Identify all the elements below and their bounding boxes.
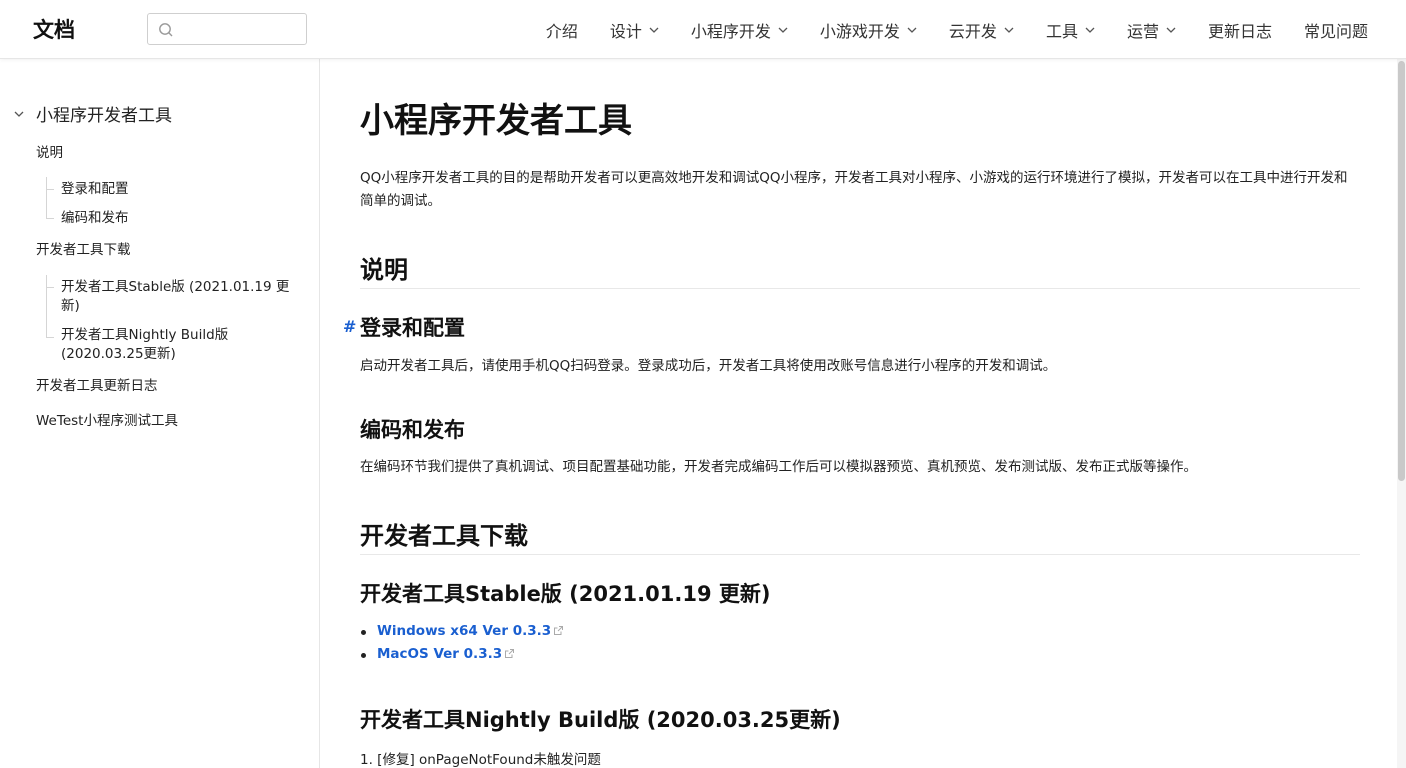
sidebar-tree-tick [46,218,54,219]
site-logo[interactable]: 文档 [33,16,75,44]
list-item: Windows x64 Ver 0.3.3 [360,620,564,643]
nav-changelog[interactable]: 更新日志 [1208,18,1272,42]
subheading-stable: 开发者工具Stable版 (2021.01.19 更新) [360,582,771,606]
login-paragraph: 启动开发者工具后，请使用手机QQ扫码登录。登录成功后，开发者工具将使用改账号信息… [360,358,1057,374]
sidebar-item-download[interactable]: 开发者工具下载 [36,241,131,260]
sidebar-tree-line [46,275,47,338]
nav-intro[interactable]: 介绍 [546,18,578,42]
nav-miniprogram-dev[interactable]: 小程序开发 [691,18,788,42]
sidebar-subitem-login[interactable]: 登录和配置 [61,180,296,199]
nav-cloud-dev[interactable]: 云开发 [949,18,1014,42]
nav-design[interactable]: 设计 [610,18,659,42]
chevron-down-icon [907,27,917,33]
external-link-icon [554,626,564,635]
sidebar-tree-line [46,177,47,219]
sidebar-item-wetest[interactable]: WeTest小程序测试工具 [36,412,178,431]
nav-label: 介绍 [545,21,578,41]
section-heading-download: 开发者工具下载 [360,522,528,550]
sidebar-tree-tick [46,189,54,190]
list-item: MacOS Ver 0.3.3 [360,643,564,666]
chevron-down-icon [1166,27,1176,33]
subheading-nightly: 开发者工具Nightly Build版 (2020.03.25更新) [360,708,841,732]
nav-label: 常见问题 [1303,21,1368,41]
top-navbar: 文档 介绍 设计 小程序开发 小游戏开发 云开发 工具 运营 更新日志 常见问题 [0,0,1406,59]
nav-label: 更新日志 [1207,21,1272,41]
nav-minigame-dev[interactable]: 小游戏开发 [820,18,917,42]
intro-paragraph: QQ小程序开发者工具的目的是帮助开发者可以更高效地开发和调试QQ小程序，开发者工… [360,170,1348,209]
divider [360,288,1360,289]
sidebar-tree-tick [46,337,54,338]
nav-label: 设计 [609,21,642,41]
nav-label: 工具 [1045,21,1078,41]
scrollbar-thumb[interactable] [1398,61,1405,481]
download-list: Windows x64 Ver 0.3.3 MacOS Ver 0.3.3 [360,620,564,666]
search-input[interactable] [180,18,300,40]
download-link-windows[interactable]: Windows x64 Ver 0.3.3 [377,623,551,639]
nightly-list-item: 1. [修复] onPageNotFound未触发问题 [360,752,601,768]
chevron-down-icon [1004,27,1014,33]
page-title: 小程序开发者工具 [360,101,632,141]
chevron-down-icon [1085,27,1095,33]
search-box[interactable] [147,13,307,45]
subheading-login: 登录和配置 [360,316,465,340]
search-icon [159,23,173,37]
sidebar-tree-tick [46,287,54,288]
nav-tools[interactable]: 工具 [1046,18,1095,42]
sidebar-subitem-nightly[interactable]: 开发者工具Nightly Build版 (2020.03.25更新) [61,326,296,364]
external-link-icon [505,649,515,658]
sidebar-root-label: 小程序开发者工具 [36,106,172,126]
sidebar-subitem-coding[interactable]: 编码和发布 [61,209,296,228]
sidebar-item-changelog[interactable]: 开发者工具更新日志 [36,377,158,396]
sidebar-item-explain[interactable]: 说明 [36,144,63,163]
nav-operations[interactable]: 运营 [1127,18,1176,42]
page-scrollbar[interactable] [1397,59,1406,768]
nav-faq[interactable]: 常见问题 [1304,18,1368,42]
chevron-down-icon [649,27,659,33]
sidebar-subitem-stable[interactable]: 开发者工具Stable版 (2021.01.19 更新) [61,278,296,316]
subheading-coding: 编码和发布 [360,418,465,442]
sidebar: 小程序开发者工具 说明 登录和配置 编码和发布 开发者工具下载 开发者工具Sta… [0,59,320,768]
main-nav: 介绍 设计 小程序开发 小游戏开发 云开发 工具 运营 更新日志 常见问题 [514,0,1368,59]
chevron-down-icon [14,111,24,117]
download-link-macos[interactable]: MacOS Ver 0.3.3 [377,646,502,662]
nav-label: 运营 [1126,21,1159,41]
coding-paragraph: 在编码环节我们提供了真机调试、项目配置基础功能，开发者完成编码工作后可以模拟器预… [360,459,1197,475]
nav-label: 小游戏开发 [819,21,900,41]
nav-label: 小程序开发 [690,21,771,41]
nav-label: 云开发 [948,21,997,41]
divider [360,554,1360,555]
section-heading-explain: 说明 [360,256,408,284]
heading-anchor-link[interactable]: # [343,317,356,336]
chevron-down-icon [778,27,788,33]
sidebar-root-devtools[interactable]: 小程序开发者工具 [14,101,172,126]
